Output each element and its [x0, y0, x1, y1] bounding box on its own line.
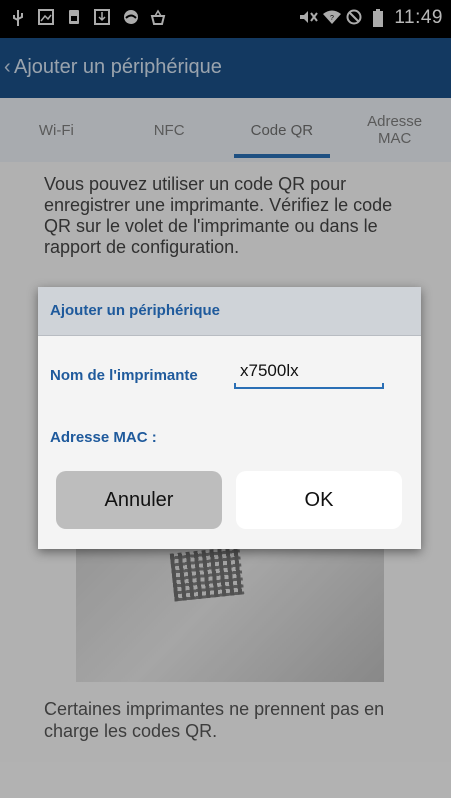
printer-name-input[interactable]: [234, 355, 384, 389]
input-underline-left: [234, 383, 236, 389]
dialog-header: Ajouter un périphérique: [38, 287, 421, 336]
dialog-title: Ajouter un périphérique: [50, 302, 221, 319]
printer-name-label: Nom de l'imprimante: [50, 367, 198, 384]
input-underline-right: [382, 383, 384, 389]
screen: ? 11:49 ‹ Ajouter un périphérique Wi-Fi …: [0, 0, 451, 798]
ok-button[interactable]: OK: [236, 471, 402, 529]
cancel-button[interactable]: Annuler: [56, 471, 222, 529]
add-device-dialog: Ajouter un périphérique Nom de l'imprima…: [38, 287, 421, 549]
mac-address-label: Adresse MAC :: [50, 429, 157, 446]
